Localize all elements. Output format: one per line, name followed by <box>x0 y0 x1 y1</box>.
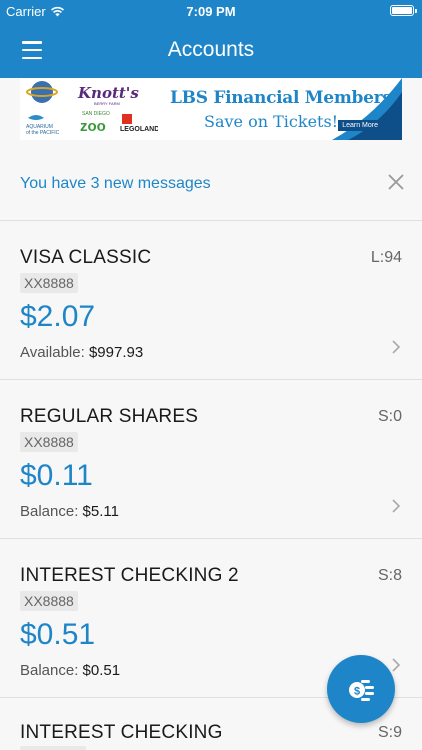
chevron-right-icon <box>392 340 401 354</box>
promo-banner[interactable]: Knott's BERRY FARM AQUARIUM of the PACIF… <box>20 78 402 140</box>
nav-bar: Accounts <box>0 22 422 78</box>
status-bar: Carrier 7:09 PM <box>0 0 422 22</box>
detail-value: $997.93 <box>88 344 144 361</box>
transfer-money-icon: $ <box>349 680 374 701</box>
svg-text:$: $ <box>354 686 360 698</box>
svg-text:zoo: zoo <box>80 118 106 135</box>
svg-text:Knott's: Knott's <box>77 84 139 102</box>
svg-text:of the PACIFIC: of the PACIFIC <box>26 130 60 136</box>
learn-more-button[interactable]: Learn More <box>338 120 382 131</box>
account-number-masked: XX8888 <box>20 591 78 611</box>
partner-logos-image: Knott's BERRY FARM AQUARIUM of the PACIF… <box>26 81 158 136</box>
messages-text[interactable]: You have 3 new messages <box>20 175 211 193</box>
account-amount: $0.51 <box>20 618 96 651</box>
account-detail: Available: $997.93 <box>20 344 143 361</box>
account-code: S:9 <box>377 724 402 741</box>
account-number-masked: XX8888 <box>20 432 78 452</box>
detail-label: Available: <box>20 344 85 361</box>
account-number-masked: XX8888 <box>20 273 78 293</box>
svg-text:BERRY FARM: BERRY FARM <box>94 101 120 106</box>
banner-subtitle: Save on Tickets! <box>204 112 339 131</box>
account-detail: Balance: $0.51 <box>20 662 120 679</box>
account-card-regular-shares[interactable]: REGULAR SHARES S:0 XX8888 $0.11 Balance:… <box>0 380 422 538</box>
page-title: Accounts <box>167 38 255 61</box>
svg-text:LEGOLAND: LEGOLAND <box>120 126 158 133</box>
account-code: S:0 <box>377 408 402 425</box>
detail-label: Balance: <box>20 662 79 679</box>
transfer-money-button[interactable]: $ <box>327 655 395 723</box>
account-name: VISA CLASSIC <box>20 247 152 268</box>
account-name: INTEREST CHECKING 2 <box>20 565 239 586</box>
svg-text:SAN DIEGO: SAN DIEGO <box>82 111 110 117</box>
account-code: S:8 <box>377 567 402 584</box>
clock: 7:09 PM <box>186 4 236 19</box>
close-icon[interactable] <box>386 172 406 192</box>
account-name: INTEREST CHECKING <box>20 722 223 743</box>
chevron-right-icon <box>392 499 401 513</box>
detail-value: $0.51 <box>82 662 121 679</box>
detail-label: Balance: <box>20 503 79 520</box>
messages-notice[interactable]: You have 3 new messages <box>0 160 422 208</box>
account-number-masked <box>20 746 86 750</box>
chevron-right-icon <box>392 658 401 672</box>
account-code: L:94 <box>370 249 402 266</box>
detail-value: $5.11 <box>82 503 119 520</box>
account-name: REGULAR SHARES <box>20 406 199 427</box>
battery-icon <box>390 5 417 16</box>
account-amount: $0.11 <box>20 459 93 492</box>
account-amount: $2.07 <box>20 300 96 333</box>
account-card-visa-classic[interactable]: VISA CLASSIC L:94 XX8888 $2.07 Available… <box>0 221 422 379</box>
account-detail: Balance: $5.11 <box>20 503 119 520</box>
